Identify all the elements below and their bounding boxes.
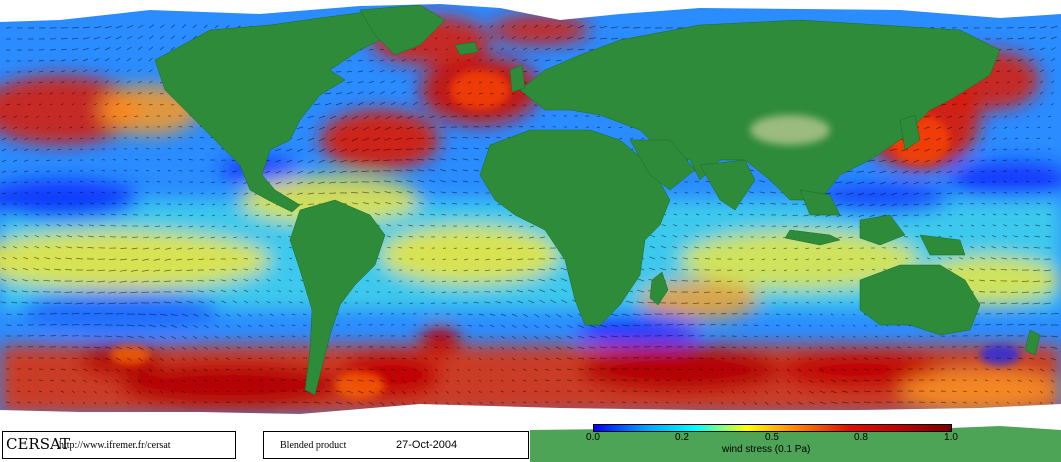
source-url: http://www.ifremer.fr/cersat — [59, 440, 171, 451]
source-box: CERSAT http://www.ifremer.fr/cersat — [2, 431, 236, 459]
wind-stress-map-figure: CERSAT http://www.ifremer.fr/cersat Blen… — [0, 0, 1061, 462]
product-label: Blended product — [280, 440, 347, 451]
colorbar-tick-3: 0.8 — [854, 432, 868, 443]
colorbar — [593, 424, 952, 432]
tibetan-plateau — [750, 115, 830, 145]
date-label: 27-Oct-2004 — [396, 439, 458, 451]
colorbar-tick-0: 0.0 — [586, 432, 600, 443]
colorbar-tick-2: 0.5 — [765, 432, 779, 443]
product-box: Blended product 27-Oct-2004 — [263, 431, 529, 459]
colorbar-title: wind stress (0.1 Pa) — [722, 444, 811, 455]
colorbar-tick-4: 1.0 — [944, 432, 958, 443]
world-map — [0, 0, 1061, 462]
colorbar-tick-1: 0.2 — [675, 432, 689, 443]
